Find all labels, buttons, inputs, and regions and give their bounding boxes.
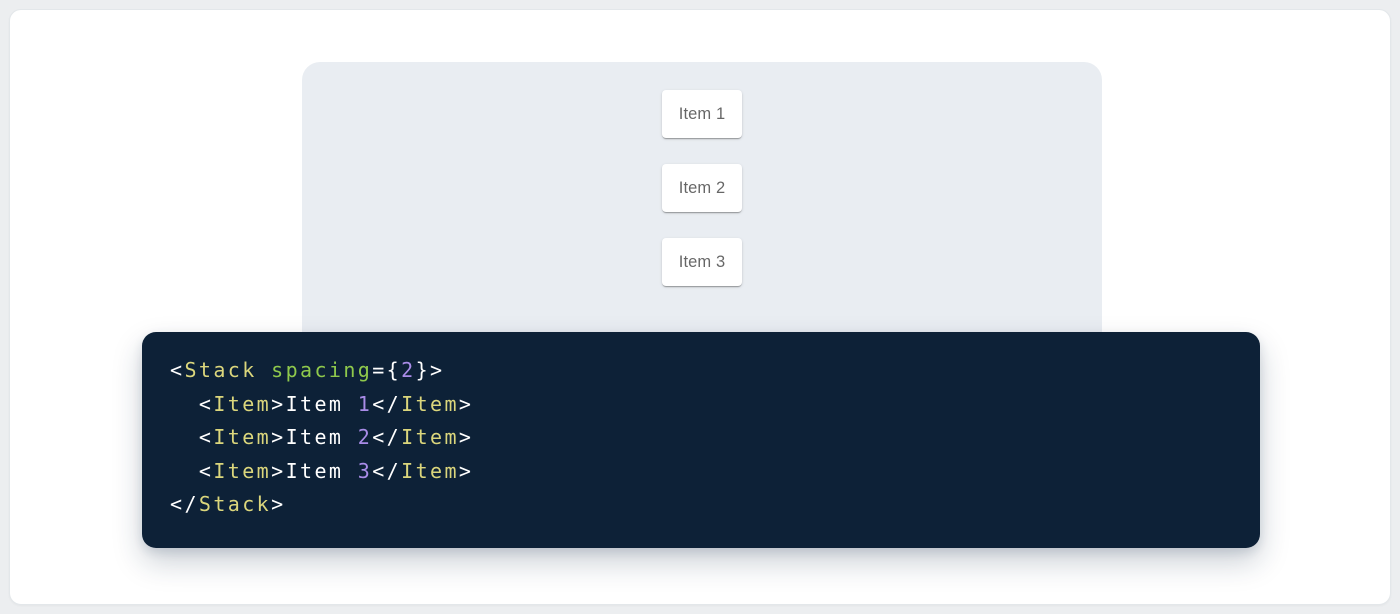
code-token-punc: > xyxy=(459,392,473,416)
code-token-tag: Item xyxy=(401,459,459,483)
stack-item-label: Item 3 xyxy=(679,253,725,272)
code-line: <Stack spacing={2}> xyxy=(170,354,1260,388)
code-token-punc: > xyxy=(271,492,285,516)
code-token-punc: > xyxy=(459,425,473,449)
code-token-punc: </ xyxy=(372,459,401,483)
code-token-tag: Item xyxy=(401,392,459,416)
code-token-plain: Item xyxy=(286,425,358,449)
stack-item-label: Item 1 xyxy=(679,105,725,124)
page: Item 1 Item 2 Item 3 <Stack spacing={2}>… xyxy=(0,0,1400,614)
code-token-punc: </ xyxy=(372,425,401,449)
code-token-punc: }> xyxy=(416,358,445,382)
code-token-punc: > xyxy=(459,459,473,483)
code-token-punc: > xyxy=(271,459,285,483)
code-token-punc: </ xyxy=(372,392,401,416)
code-token-plain xyxy=(170,459,199,483)
code-token-punc: < xyxy=(170,358,184,382)
code-token-num: 2 xyxy=(358,425,372,449)
code-token-tag: Item xyxy=(401,425,459,449)
code-token-punc: < xyxy=(199,459,213,483)
code-token-punc: > xyxy=(271,425,285,449)
stack-item: Item 1 xyxy=(662,90,742,138)
stack-demo-panel: Item 1 Item 2 Item 3 xyxy=(302,62,1102,352)
code-token-num: 2 xyxy=(401,358,415,382)
code-token-punc: > xyxy=(271,392,285,416)
code-token-num: 1 xyxy=(358,392,372,416)
code-token-plain: Item xyxy=(286,392,358,416)
code-token-num: 3 xyxy=(358,459,372,483)
stack-item: Item 3 xyxy=(662,238,742,286)
code-line: </Stack> xyxy=(170,488,1260,522)
code-token-punc: </ xyxy=(170,492,199,516)
code-token-punc: < xyxy=(199,425,213,449)
code-token-plain xyxy=(257,358,271,382)
code-token-tag: Stack xyxy=(199,492,271,516)
stack-item-label: Item 2 xyxy=(679,179,725,198)
code-line: <Item>Item 1</Item> xyxy=(170,388,1260,422)
code-token-tag: Item xyxy=(213,425,271,449)
code-token-punc: ={ xyxy=(372,358,401,382)
code-line: <Item>Item 2</Item> xyxy=(170,421,1260,455)
code-token-tag: Item xyxy=(213,392,271,416)
code-line: <Item>Item 3</Item> xyxy=(170,455,1260,489)
code-block: <Stack spacing={2}> <Item>Item 1</Item> … xyxy=(142,332,1260,548)
code-content: <Stack spacing={2}> <Item>Item 1</Item> … xyxy=(170,354,1260,522)
stack-item: Item 2 xyxy=(662,164,742,212)
code-token-tag: Item xyxy=(213,459,271,483)
code-token-plain xyxy=(170,392,199,416)
code-token-tag: Stack xyxy=(184,358,256,382)
code-token-punc: < xyxy=(199,392,213,416)
code-token-plain: Item xyxy=(286,459,358,483)
code-token-attr: spacing xyxy=(271,358,372,382)
code-token-plain xyxy=(170,425,199,449)
